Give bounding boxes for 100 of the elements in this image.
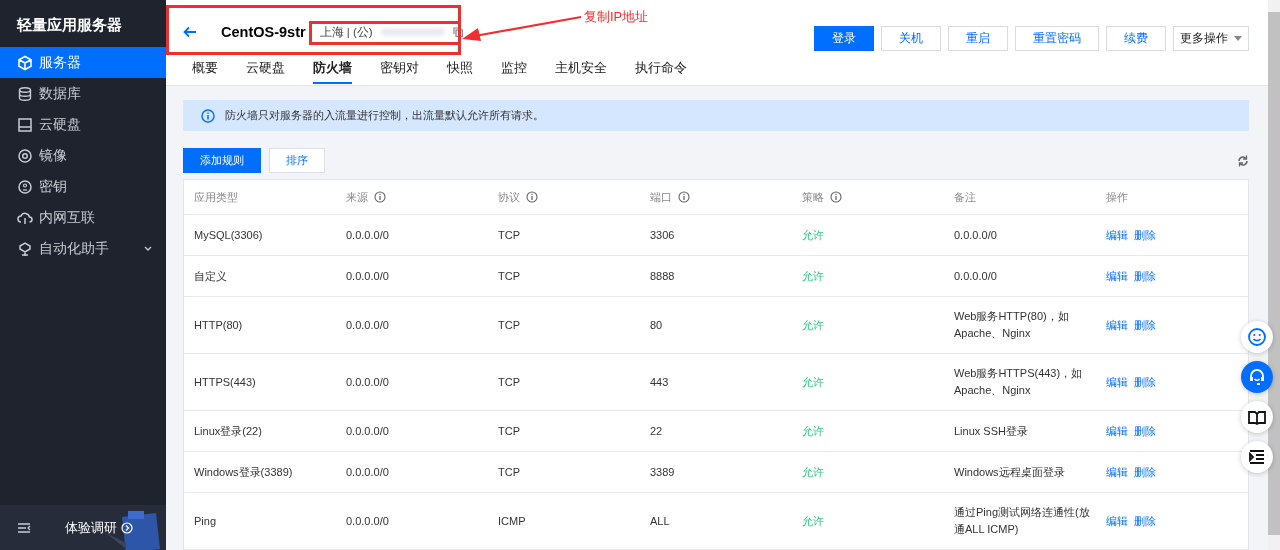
action-link[interactable]: 删除 bbox=[1134, 316, 1156, 334]
table-cell-text: 0.0.0.0/0 bbox=[346, 268, 389, 284]
action-button[interactable]: 重启 bbox=[948, 26, 1008, 51]
tab[interactable]: 防火墙 bbox=[313, 55, 352, 84]
policy-text: 允许 bbox=[802, 317, 824, 333]
table-cell-text: Web服务HTTP(80)，如Apache、Nginx bbox=[954, 309, 1070, 341]
table-cell-text: TCP bbox=[498, 268, 520, 284]
tab[interactable]: 概要 bbox=[192, 55, 218, 84]
toolbar-button[interactable]: 排序 bbox=[269, 148, 325, 173]
table-cell-text: Windows登录(3389) bbox=[194, 464, 293, 480]
copy-icon[interactable] bbox=[452, 27, 463, 37]
table-cell-text: 0.0.0.0/0 bbox=[346, 464, 389, 480]
sidebar-item[interactable]: 内网互联 bbox=[0, 202, 166, 233]
table-cell-text: HTTP(80) bbox=[194, 317, 243, 333]
table-cell-text: 0.0.0.0/0 bbox=[346, 374, 389, 390]
policy-text: 允许 bbox=[802, 227, 824, 243]
action-link[interactable]: 编辑 bbox=[1106, 422, 1128, 440]
sidebar-item[interactable]: 服务器 bbox=[0, 47, 166, 78]
key-icon bbox=[17, 178, 33, 195]
table-cell-text: 443 bbox=[650, 374, 669, 390]
table-cell-text: TCP bbox=[498, 374, 520, 390]
table-cell-text: 3306 bbox=[650, 227, 675, 243]
tab[interactable]: 监控 bbox=[501, 55, 527, 84]
table-cell-text: 22 bbox=[650, 423, 663, 439]
table-cell-text: TCP bbox=[498, 423, 520, 439]
table-cell-text: Windows远程桌面登录 bbox=[954, 464, 1065, 480]
database-icon bbox=[17, 85, 33, 102]
sidebar-item[interactable]: 密钥 bbox=[0, 171, 166, 202]
table-cell-text: 80 bbox=[650, 317, 663, 333]
column-header: 来源 bbox=[346, 189, 368, 205]
table-cell-text: Linux SSH登录 bbox=[954, 423, 1028, 439]
tab[interactable]: 执行命令 bbox=[635, 55, 687, 84]
action-link[interactable]: 编辑 bbox=[1106, 463, 1128, 481]
refresh-icon[interactable] bbox=[1237, 154, 1249, 167]
column-header: 备注 bbox=[954, 189, 976, 205]
column-header: 应用类型 bbox=[194, 189, 238, 205]
back-arrow-icon[interactable] bbox=[183, 26, 197, 38]
action-link[interactable]: 删除 bbox=[1134, 512, 1156, 530]
tab[interactable]: 云硬盘 bbox=[246, 55, 285, 84]
notice-text: 防火墙只对服务器的入流量进行控制，出流量默认允许所有请求。 bbox=[225, 108, 544, 123]
info-icon[interactable] bbox=[678, 191, 690, 203]
region-label: 上海 | (公) bbox=[319, 24, 373, 40]
action-link[interactable]: 删除 bbox=[1134, 422, 1156, 440]
action-link[interactable]: 删除 bbox=[1134, 267, 1156, 285]
survey-link[interactable]: 体验调研 bbox=[65, 518, 133, 537]
table-cell-text: 0.0.0.0/0 bbox=[346, 227, 389, 243]
action-button[interactable]: 登录 bbox=[814, 26, 874, 51]
action-link[interactable]: 编辑 bbox=[1106, 512, 1128, 530]
info-icon[interactable] bbox=[526, 191, 538, 203]
action-link[interactable]: 编辑 bbox=[1106, 373, 1128, 391]
policy-text: 允许 bbox=[802, 513, 824, 529]
policy-text: 允许 bbox=[802, 423, 824, 439]
table-cell-text: Web服务HTTPS(443)，如Apache、Nginx bbox=[954, 366, 1084, 398]
sidebar-item[interactable]: 自动化助手 bbox=[0, 233, 166, 264]
action-link[interactable]: 删除 bbox=[1134, 373, 1156, 391]
info-icon[interactable] bbox=[374, 191, 386, 203]
smiley-icon bbox=[1247, 327, 1267, 347]
dropdown-icon bbox=[1234, 36, 1242, 41]
policy-text: 允许 bbox=[802, 464, 824, 480]
scrollbar[interactable] bbox=[1268, 0, 1280, 550]
table-cell-text: 通过Ping测试网络连通性(放通ALL ICMP) bbox=[954, 505, 1091, 537]
indent-icon bbox=[1247, 447, 1267, 467]
headset-icon bbox=[1247, 367, 1267, 387]
action-link[interactable]: 删除 bbox=[1134, 226, 1156, 244]
cube-icon bbox=[17, 54, 33, 71]
table-cell-text: 0.0.0.0/0 bbox=[954, 268, 997, 284]
table-cell-text: 0.0.0.0/0 bbox=[346, 423, 389, 439]
action-link[interactable]: 编辑 bbox=[1106, 267, 1128, 285]
tab[interactable]: 密钥对 bbox=[380, 55, 419, 84]
action-link[interactable]: 删除 bbox=[1134, 463, 1156, 481]
disc-icon bbox=[17, 147, 33, 164]
tab[interactable]: 主机安全 bbox=[555, 55, 607, 84]
sidebar-item[interactable]: 数据库 bbox=[0, 78, 166, 109]
table-cell-text: TCP bbox=[498, 464, 520, 480]
table-cell-text: 0.0.0.0/0 bbox=[954, 227, 997, 243]
sidebar-item[interactable]: 镜像 bbox=[0, 140, 166, 171]
table-cell-text: 自定义 bbox=[194, 268, 227, 284]
annotation-label: 复制IP地址 bbox=[584, 8, 649, 26]
policy-text: 允许 bbox=[802, 268, 824, 284]
action-link[interactable]: 编辑 bbox=[1106, 316, 1128, 334]
table-cell-text: ICMP bbox=[498, 513, 526, 529]
chevron-down-icon bbox=[144, 245, 152, 252]
info-icon[interactable] bbox=[830, 191, 842, 203]
app-title: 轻量应用服务器 bbox=[15, 15, 123, 35]
table-cell-text: 3389 bbox=[650, 464, 675, 480]
column-header: 操作 bbox=[1106, 189, 1128, 205]
arrow-circle-icon bbox=[121, 521, 133, 534]
action-link[interactable]: 编辑 bbox=[1106, 226, 1128, 244]
action-button[interactable]: 关机 bbox=[881, 26, 941, 51]
table-cell-text: TCP bbox=[498, 227, 520, 243]
toolbar-button[interactable]: 添加规则 bbox=[183, 148, 261, 173]
table-cell-text: MySQL(3306) bbox=[194, 227, 263, 243]
table-cell-text: TCP bbox=[498, 317, 520, 333]
collapse-icon[interactable] bbox=[17, 521, 31, 534]
action-button[interactable]: 续费 bbox=[1106, 26, 1166, 51]
action-button[interactable]: 重置密码 bbox=[1015, 26, 1099, 51]
action-button[interactable]: 更多操作 bbox=[1173, 26, 1249, 51]
sidebar-item[interactable]: 云硬盘 bbox=[0, 109, 166, 140]
tab[interactable]: 快照 bbox=[447, 55, 473, 84]
info-icon bbox=[201, 108, 215, 123]
